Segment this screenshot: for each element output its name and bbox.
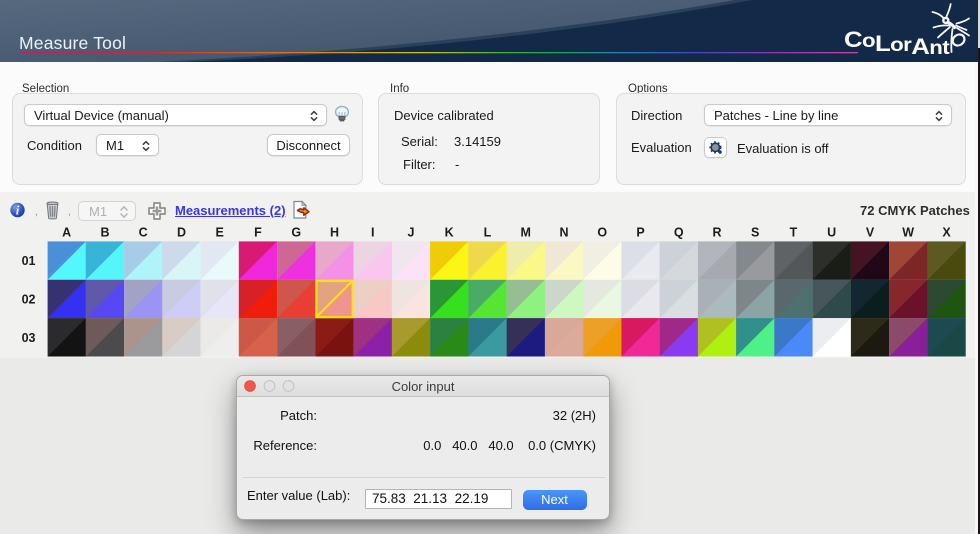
svg-text:C: C [139,226,148,240]
svg-text:N: N [559,226,568,240]
svg-text:Q: Q [674,226,684,240]
svg-text:X: X [942,226,951,240]
svg-text:W: W [902,226,914,240]
svg-text:V: V [866,226,875,240]
svg-text:03: 03 [22,331,36,345]
svg-text:F: F [254,226,262,240]
svg-text:A: A [62,226,71,240]
svg-text:J: J [408,226,415,240]
svg-text:R: R [712,226,721,240]
svg-text:T: T [790,226,798,240]
svg-text:D: D [177,226,186,240]
svg-text:E: E [216,226,224,240]
svg-text:P: P [636,226,644,240]
svg-text:G: G [291,226,301,240]
svg-text:I: I [371,226,374,240]
svg-text:U: U [827,226,836,240]
svg-text:02: 02 [22,293,36,307]
svg-text:01: 01 [22,254,36,268]
svg-text:M: M [520,226,530,240]
svg-text:S: S [751,226,759,240]
svg-text:H: H [330,226,339,240]
svg-text:B: B [100,226,109,240]
svg-text:K: K [445,226,454,240]
svg-text:O: O [597,226,607,240]
svg-text:L: L [484,226,492,240]
